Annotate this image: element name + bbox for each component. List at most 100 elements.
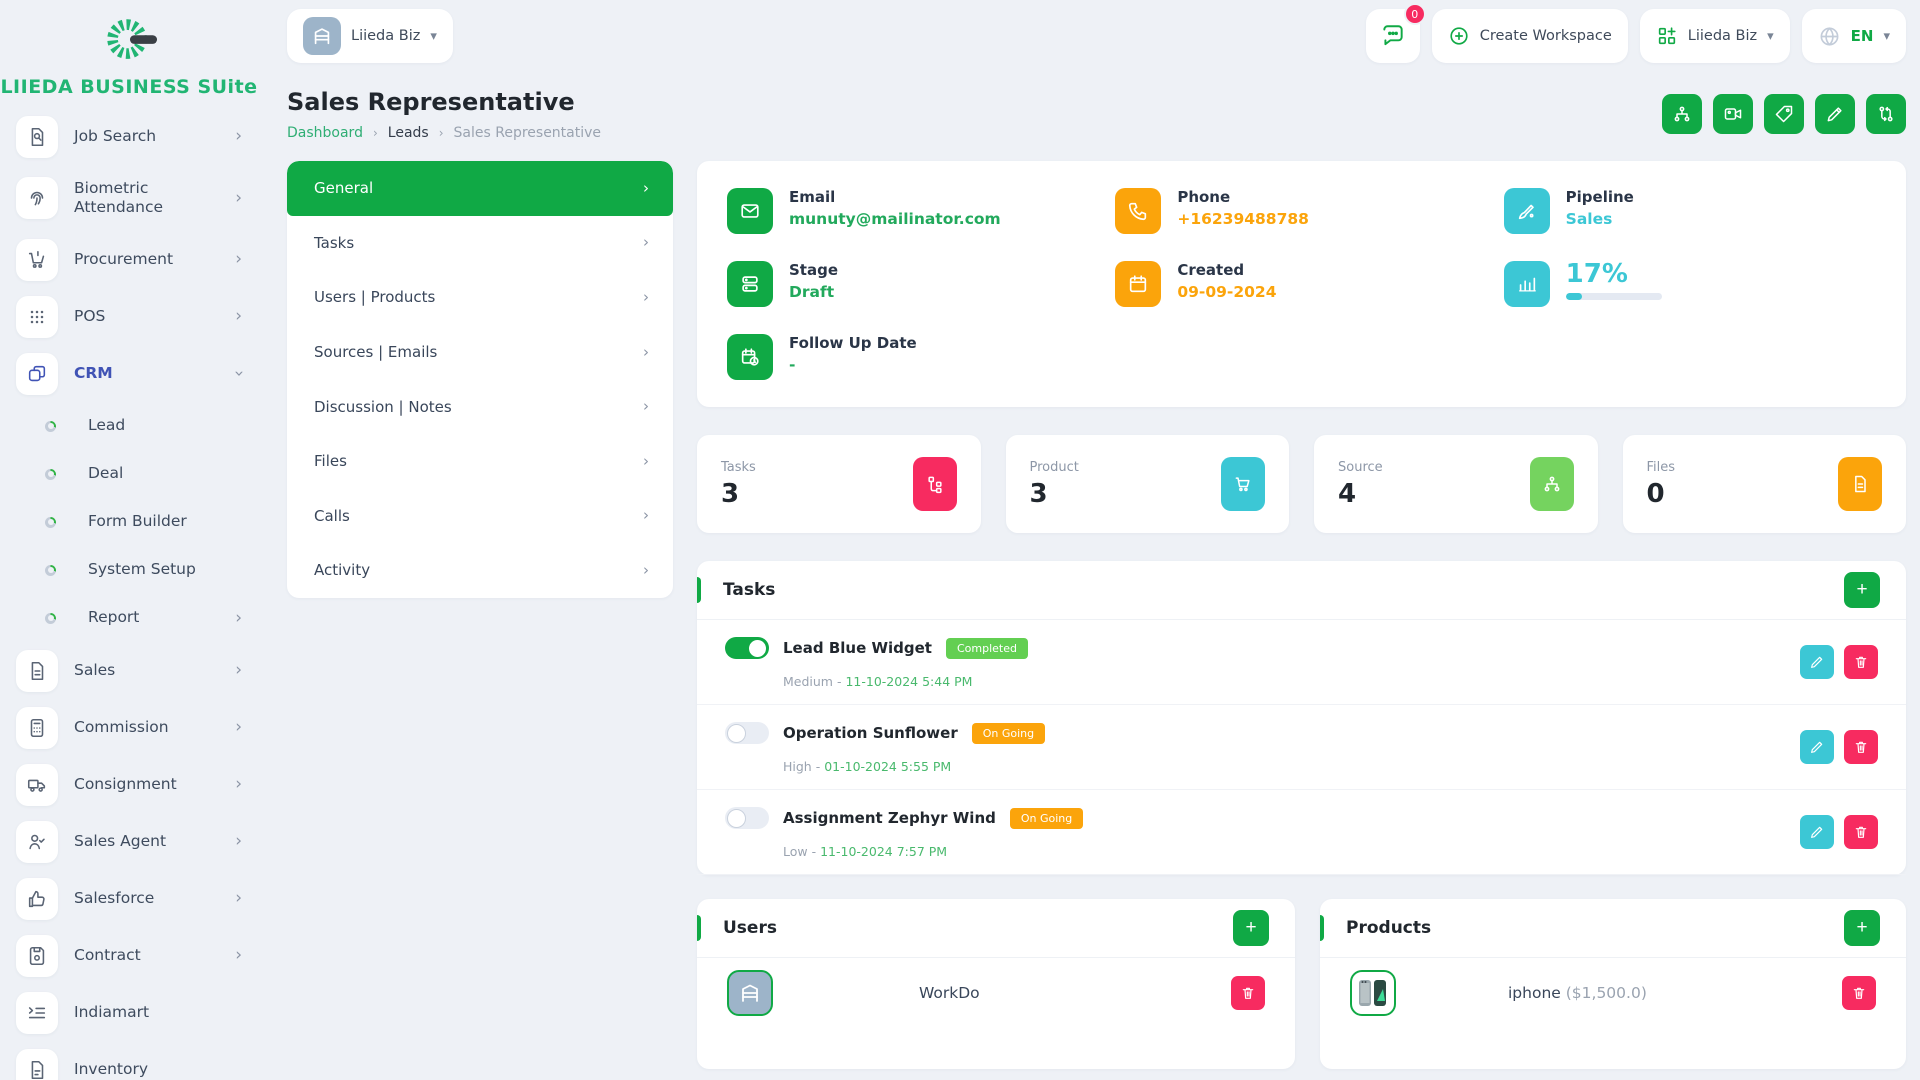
calendar-clock-icon — [727, 334, 773, 380]
chevron-right-icon: › — [643, 290, 649, 305]
sidebar-item-label: System Setup — [88, 560, 242, 579]
users-title: Users — [723, 918, 777, 938]
video-call-button[interactable] — [1713, 94, 1753, 134]
sidebar: LIIEDA BUSINESS SUite Job Search › Biome… — [0, 0, 258, 1080]
sidebar-item-indiamart[interactable]: Indiamart — [0, 984, 258, 1041]
phone-value[interactable]: +16239488788 — [1177, 210, 1309, 228]
sidebar-item-report[interactable]: Report › — [0, 594, 258, 642]
tab-tasks[interactable]: Tasks› — [287, 216, 673, 271]
thumbs-up-icon — [16, 878, 58, 920]
product-name: iphone ($1,500.0) — [1508, 984, 1647, 1002]
convert-to-deal-button[interactable] — [1662, 94, 1702, 134]
delete-task-button[interactable] — [1844, 730, 1878, 764]
sidebar-item-deal[interactable]: Deal — [0, 450, 258, 498]
edit-task-button[interactable] — [1800, 815, 1834, 849]
sidebar-item-inventory[interactable]: Inventory — [0, 1041, 258, 1080]
task-priority: Medium — [783, 674, 845, 689]
delete-user-button[interactable] — [1231, 976, 1265, 1010]
crm-icon — [16, 353, 58, 395]
chevron-right-icon: › — [235, 128, 242, 145]
sidebar-item-pos[interactable]: POS › — [0, 288, 258, 345]
add-product-button[interactable]: + — [1844, 910, 1880, 946]
sidebar-item-job-search[interactable]: Job Search › — [0, 108, 258, 165]
delete-task-button[interactable] — [1844, 645, 1878, 679]
product-row: iphone ($1,500.0) — [1320, 958, 1906, 1028]
sidebar-item-contract[interactable]: Contract › — [0, 927, 258, 984]
tab-calls[interactable]: Calls› — [287, 489, 673, 544]
sidebar-item-label: Deal — [88, 464, 242, 483]
tab-activity[interactable]: Activity› — [287, 543, 673, 598]
sidebar-item-label: CRM — [74, 364, 219, 383]
products-header: Products + — [1320, 899, 1906, 957]
sidebar-item-sales[interactable]: Sales › — [0, 642, 258, 699]
tab-general[interactable]: General› — [287, 161, 673, 216]
product-price: ($1,500.0) — [1566, 984, 1647, 1002]
tab-files[interactable]: Files› — [287, 434, 673, 489]
field-follow-up: Follow Up Date- — [727, 334, 1099, 380]
breadcrumb-leads[interactable]: Leads — [388, 125, 429, 141]
task-row: Assignment Zephyr Wind On Going Low11-10… — [697, 790, 1906, 875]
edit-task-button[interactable] — [1800, 645, 1834, 679]
chevron-right-icon: › — [235, 833, 242, 850]
notification-badge: 0 — [1404, 3, 1426, 25]
task-complete-toggle[interactable] — [725, 807, 769, 829]
sidebar-item-form-builder[interactable]: Form Builder — [0, 498, 258, 546]
chevron-right-icon: › — [235, 662, 242, 679]
edit-task-button[interactable] — [1800, 730, 1834, 764]
task-priority: Low — [783, 844, 820, 859]
org-switcher[interactable]: Liieda Biz ▾ — [1640, 9, 1790, 63]
tab-discussion-notes[interactable]: Discussion | Notes› — [287, 379, 673, 434]
chevron-down-icon: ▾ — [1767, 29, 1774, 44]
transfer-button[interactable] — [1866, 94, 1906, 134]
chevron-right-icon: › — [235, 190, 242, 207]
sidebar-item-sales-agent[interactable]: Sales Agent › — [0, 813, 258, 870]
messages-button[interactable]: 0 — [1366, 9, 1420, 63]
add-user-button[interactable]: + — [1233, 910, 1269, 946]
labels-button[interactable] — [1764, 94, 1804, 134]
tab-label: Users | Products — [314, 288, 435, 306]
tab-sources-emails[interactable]: Sources | Emails› — [287, 325, 673, 380]
sidebar-item-crm[interactable]: CRM › — [0, 345, 258, 402]
language-switcher[interactable]: EN ▾ — [1802, 9, 1906, 63]
job-search-icon — [16, 116, 58, 158]
tab-label: Discussion | Notes — [314, 398, 452, 416]
sidebar-item-salesforce[interactable]: Salesforce › — [0, 870, 258, 927]
workspace-label: Liieda Biz — [351, 28, 420, 44]
chevron-right-icon: › — [235, 308, 242, 325]
sidebar-item-label: Report — [88, 608, 219, 627]
task-complete-toggle[interactable] — [725, 722, 769, 744]
task-name: Assignment Zephyr Wind — [783, 809, 996, 827]
delete-product-button[interactable] — [1842, 976, 1876, 1010]
sidebar-item-label: Sales Agent — [74, 832, 219, 851]
field-pipeline: PipelineSales — [1504, 188, 1876, 234]
tasks-header: Tasks + — [697, 561, 1906, 619]
email-value[interactable]: munuty@mailinator.com — [789, 210, 1001, 228]
tab-users-products[interactable]: Users | Products › — [287, 270, 673, 325]
bullet-icon — [45, 517, 56, 528]
page-header: Sales Representative Dashboard › Leads ›… — [287, 88, 1906, 141]
breadcrumb-dashboard[interactable]: Dashboard — [287, 125, 363, 141]
content: General› Tasks› Users | Products› Source… — [287, 161, 1906, 1069]
grid-plus-icon — [1656, 25, 1678, 47]
workspace-switcher[interactable]: Liieda Biz ▾ — [287, 9, 453, 63]
stat-value: 0 — [1647, 479, 1676, 509]
sidebar-item-commission[interactable]: Commission › — [0, 699, 258, 756]
create-workspace-button[interactable]: Create Workspace — [1432, 9, 1628, 63]
sidebar-item-biometric-attendance[interactable]: Biometric Attendance › — [0, 165, 258, 231]
sidebar-item-system-setup[interactable]: System Setup — [0, 546, 258, 594]
sidebar-item-label: Indiamart — [74, 1003, 242, 1022]
add-task-button[interactable]: + — [1844, 572, 1880, 608]
chevron-right-icon: › — [643, 454, 649, 469]
breadcrumb: Dashboard › Leads › Sales Representative — [287, 125, 601, 141]
tab-label: General — [314, 179, 373, 197]
chevron-right-icon: › — [643, 235, 649, 250]
edit-button[interactable] — [1815, 94, 1855, 134]
sidebar-item-consignment[interactable]: Consignment › — [0, 756, 258, 813]
main-area: Liieda Biz ▾ 0 Create Workspace Liieda B… — [258, 0, 1920, 1080]
delete-task-button[interactable] — [1844, 815, 1878, 849]
sidebar-item-procurement[interactable]: Procurement › — [0, 231, 258, 288]
created-value: 09-09-2024 — [1177, 283, 1276, 301]
stat-cards: Tasks3 Product3 Source4 Files0 — [697, 435, 1906, 533]
task-complete-toggle[interactable] — [725, 637, 769, 659]
sidebar-item-lead[interactable]: Lead — [0, 402, 258, 450]
